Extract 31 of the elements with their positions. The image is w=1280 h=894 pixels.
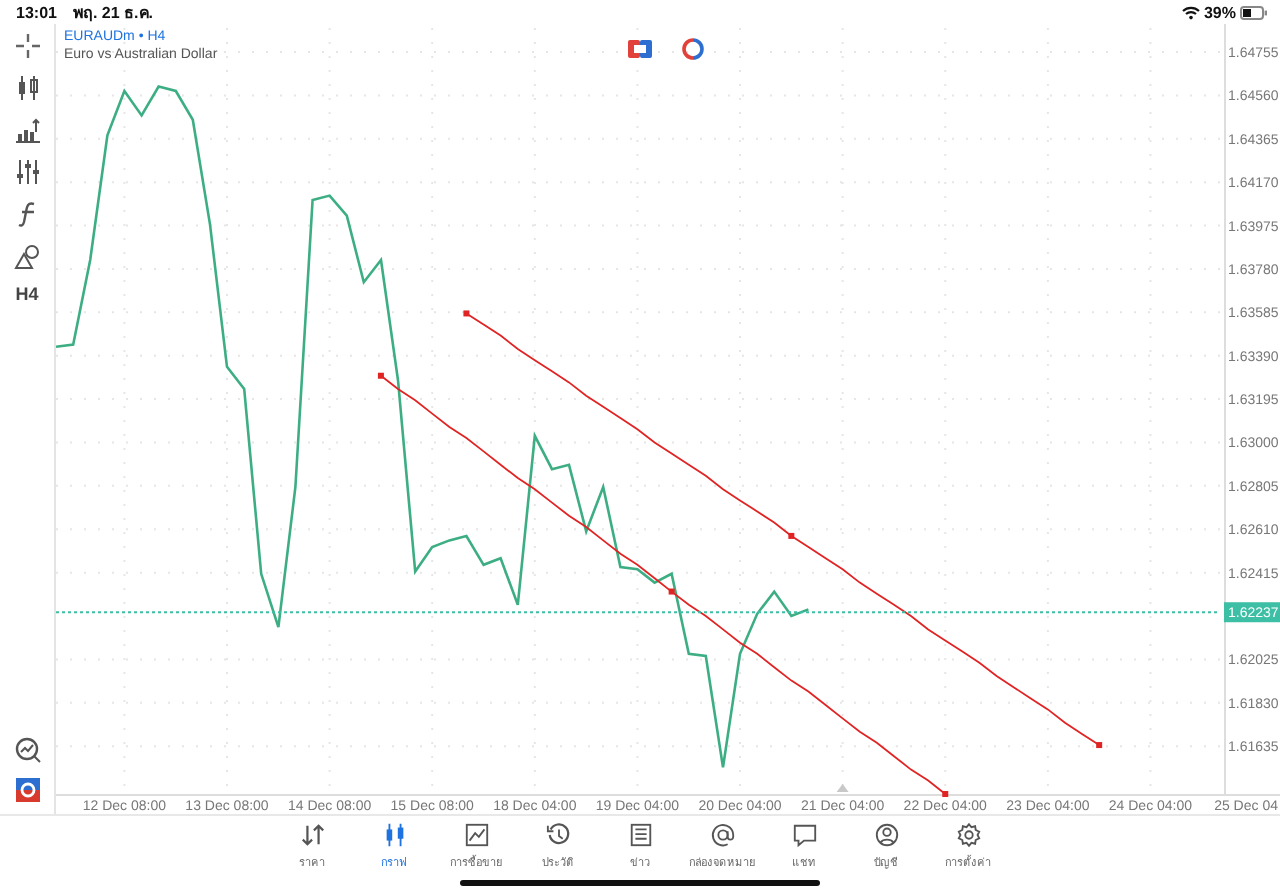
arrows-icon[interactable] [299, 822, 325, 848]
at-sign-icon[interactable] [709, 822, 735, 848]
point [463, 310, 470, 317]
logo-icon[interactable] [15, 778, 39, 802]
indicator-chart-icon[interactable] [13, 116, 41, 144]
timeframe-button[interactable]: H4 [15, 284, 39, 304]
user-icon[interactable] [873, 822, 899, 848]
line-chart-icon[interactable] [463, 822, 489, 848]
point [788, 532, 795, 539]
point [377, 372, 384, 379]
point [942, 791, 949, 797]
point [1096, 742, 1103, 749]
chart-search-icon[interactable] [13, 736, 41, 764]
clock-icon[interactable] [682, 38, 704, 60]
candlestick-icon[interactable] [13, 74, 41, 102]
marker-icon [836, 784, 849, 792]
clock: 13:01 [16, 3, 57, 21]
sliders-icon[interactable] [13, 158, 41, 186]
history-icon[interactable] [545, 822, 571, 848]
candlestick-icon[interactable] [381, 822, 407, 848]
wifi-icon [1181, 5, 1200, 19]
date: พฤ. 21 ธ.ค. [72, 1, 153, 25]
battery-icon [1240, 5, 1268, 19]
shapes-icon[interactable] [13, 242, 41, 270]
newspaper-icon[interactable] [627, 822, 653, 848]
crosshair-icon[interactable] [13, 32, 41, 60]
chat-bubble-icon[interactable] [791, 822, 817, 848]
battery-level: 39% [1203, 3, 1236, 21]
gear-icon[interactable] [955, 822, 981, 848]
point [668, 588, 675, 595]
trade-icon[interactable] [628, 40, 652, 58]
